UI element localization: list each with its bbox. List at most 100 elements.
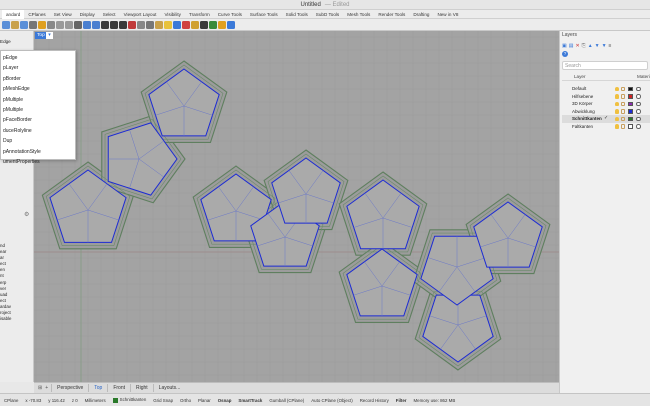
bulb-icon[interactable] bbox=[615, 116, 619, 121]
layer-color-swatch[interactable] bbox=[628, 116, 633, 121]
select-icon[interactable] bbox=[128, 20, 136, 29]
display-icon[interactable] bbox=[137, 20, 145, 29]
import-icon[interactable] bbox=[38, 20, 46, 29]
toolbar-tab[interactable]: Mesh Tools bbox=[343, 10, 374, 19]
bulb-icon[interactable] bbox=[164, 20, 172, 29]
filter-icon[interactable]: ▼ bbox=[602, 42, 607, 50]
zoom-icon[interactable] bbox=[101, 20, 109, 29]
file-icon[interactable] bbox=[2, 20, 10, 29]
rotate-icon[interactable] bbox=[92, 20, 100, 29]
zoom-extents-icon[interactable] bbox=[119, 20, 127, 29]
toolbar-tab[interactable]: Transform bbox=[185, 10, 214, 19]
toolbar-tab[interactable]: Display bbox=[76, 10, 99, 19]
toolbar-tab[interactable]: Drafting bbox=[409, 10, 433, 19]
material-icon[interactable] bbox=[636, 101, 641, 106]
sun-icon[interactable] bbox=[218, 20, 226, 29]
view-tab[interactable]: Layouts... bbox=[152, 384, 186, 392]
view-tab[interactable]: Perspective bbox=[51, 384, 88, 392]
move-down-icon[interactable]: ▼ bbox=[595, 42, 600, 50]
toolbar-tab[interactable]: Solid Tools bbox=[282, 10, 312, 19]
toolbar-tab[interactable]: Select bbox=[99, 10, 120, 19]
current-layer-display[interactable]: Schnittkanten bbox=[112, 397, 146, 403]
lock-icon[interactable] bbox=[155, 20, 163, 29]
layer-color-swatch[interactable] bbox=[628, 109, 633, 114]
toolbar-tab[interactable]: New in V8 bbox=[433, 10, 462, 19]
add-view-icon[interactable]: + bbox=[45, 385, 48, 391]
status-toggle[interactable]: Gumball (CPlane) bbox=[269, 398, 304, 403]
lock-icon[interactable] bbox=[621, 116, 625, 121]
new-sublayer-icon[interactable]: ▤ bbox=[569, 42, 574, 50]
toolbar-tab[interactable]: Curve Tools bbox=[214, 10, 246, 19]
autocomplete-item[interactable]: pMultiple bbox=[1, 105, 75, 115]
layer-color-swatch[interactable] bbox=[628, 94, 633, 99]
bulb-icon[interactable] bbox=[615, 94, 619, 99]
autocomplete-item[interactable]: pAnnotationStyle bbox=[1, 147, 75, 157]
toolbar-tab[interactable]: CPlanes bbox=[24, 10, 49, 19]
view-tab[interactable]: Right bbox=[129, 384, 153, 392]
undo-icon[interactable] bbox=[74, 20, 82, 29]
toolbar-tab[interactable]: SubD Tools bbox=[312, 10, 343, 19]
view-tab[interactable]: Front bbox=[107, 384, 130, 392]
move-up-icon[interactable]: ▲ bbox=[588, 42, 593, 50]
cut-icon[interactable] bbox=[47, 20, 55, 29]
lock-icon[interactable] bbox=[621, 124, 625, 129]
autocomplete-item[interactable]: pEdge bbox=[1, 53, 75, 63]
lock-icon[interactable] bbox=[621, 94, 625, 99]
material-icon[interactable] bbox=[636, 94, 641, 99]
paste-icon[interactable] bbox=[65, 20, 73, 29]
status-toggle[interactable]: Ortho bbox=[180, 398, 191, 403]
gear-icon[interactable]: ⚙ bbox=[24, 211, 29, 218]
layer-row[interactable]: Schnittkanten ✓ bbox=[562, 115, 650, 123]
layer-row[interactable]: Hilfsebene bbox=[562, 93, 650, 101]
snap-icon[interactable] bbox=[191, 20, 199, 29]
material-icon[interactable] bbox=[636, 124, 641, 129]
autocomplete-item[interactable]: umentProperties bbox=[1, 157, 75, 167]
delete-icon[interactable]: ✕ bbox=[575, 42, 579, 50]
status-toggle[interactable]: Record History bbox=[360, 398, 389, 403]
toolbar-tab[interactable]: Visibility bbox=[160, 10, 185, 19]
zoom-window-icon[interactable] bbox=[110, 20, 118, 29]
grid-icon[interactable] bbox=[146, 20, 154, 29]
autocomplete-item[interactable]: pFaceBorder bbox=[1, 115, 75, 125]
autocomplete-item[interactable]: Dup bbox=[1, 136, 75, 146]
layer-color-swatch[interactable] bbox=[628, 124, 633, 129]
copy-layer-icon[interactable]: ⎘ bbox=[582, 42, 586, 50]
layer-row[interactable]: Faltkanten bbox=[562, 123, 650, 131]
help-icon[interactable] bbox=[227, 20, 235, 29]
autocomplete-item[interactable]: duceRolyline bbox=[1, 126, 75, 136]
autocomplete-item[interactable]: pMeshEdge bbox=[1, 84, 75, 94]
bulb-icon[interactable] bbox=[615, 109, 619, 114]
status-toggle[interactable]: Memory use: 862 MB bbox=[414, 398, 456, 403]
status-toggle[interactable]: Auto CPlane (Object) bbox=[311, 398, 353, 403]
layers-icon[interactable] bbox=[173, 20, 181, 29]
status-toggle[interactable]: Grid Snap bbox=[153, 398, 173, 403]
help-icon[interactable]: ? bbox=[562, 51, 568, 57]
material-icon[interactable] bbox=[636, 116, 641, 121]
layer-color-swatch[interactable] bbox=[628, 86, 633, 91]
viewport-label[interactable]: Top bbox=[35, 32, 47, 39]
layer-row[interactable]: Abwicklung bbox=[562, 108, 650, 116]
toolbar-tab[interactable]: Surface Tools bbox=[246, 10, 282, 19]
status-toggle[interactable]: Osnap bbox=[218, 398, 232, 403]
pan-icon[interactable] bbox=[83, 20, 91, 29]
material-icon[interactable] bbox=[209, 20, 217, 29]
open-icon[interactable] bbox=[11, 20, 19, 29]
copy-icon[interactable] bbox=[56, 20, 64, 29]
grid-view-icon[interactable]: ⊞ bbox=[38, 385, 42, 391]
status-toggle[interactable]: Planar bbox=[198, 398, 211, 403]
material-icon[interactable] bbox=[636, 109, 641, 114]
material-icon[interactable] bbox=[636, 86, 641, 91]
autocomplete-item[interactable]: pMultiple bbox=[1, 95, 75, 105]
view-tab[interactable]: Top bbox=[88, 384, 107, 392]
layer-color-swatch[interactable] bbox=[628, 101, 633, 106]
units-display[interactable]: Millimeters bbox=[85, 398, 106, 403]
toolbar-tab[interactable]: Set View bbox=[50, 10, 76, 19]
gumball-icon[interactable] bbox=[182, 20, 190, 29]
bulb-icon[interactable] bbox=[615, 124, 619, 129]
layer-row[interactable]: Default bbox=[562, 85, 650, 93]
top-viewport[interactable]: Top ▾ bbox=[34, 31, 559, 382]
chevron-down-icon[interactable]: ▾ bbox=[46, 32, 53, 39]
new-layer-icon[interactable]: ▣ bbox=[562, 42, 567, 50]
lock-icon[interactable] bbox=[621, 109, 625, 114]
bulb-icon[interactable] bbox=[615, 101, 619, 106]
